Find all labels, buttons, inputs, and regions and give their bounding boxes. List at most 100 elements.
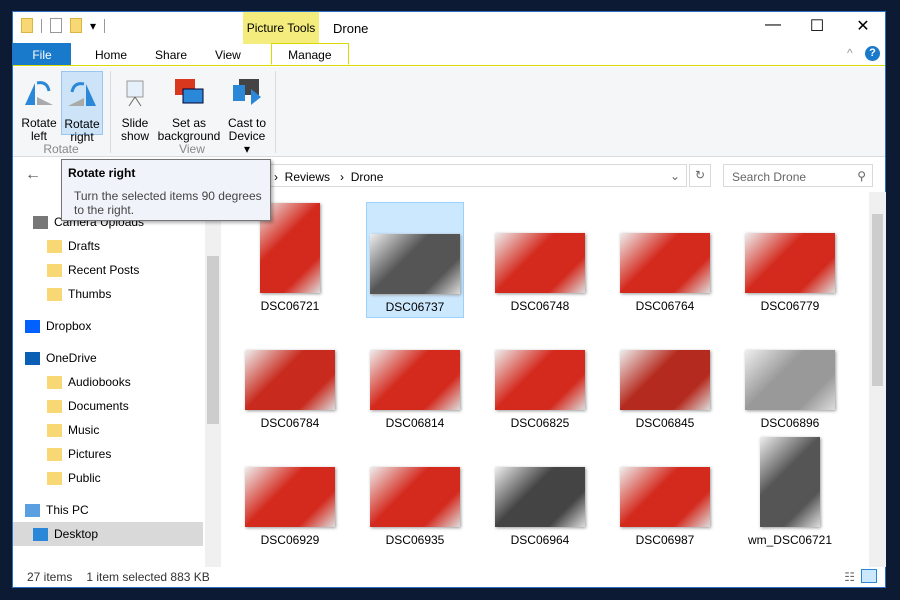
search-icon: ⚲ (857, 169, 866, 183)
sidebar-item-label: Music (68, 423, 100, 437)
quick-access-toolbar: ▾ (21, 18, 106, 33)
content-scrollbar[interactable] (869, 192, 886, 567)
file-item[interactable]: DSC06964 (491, 436, 589, 552)
sidebar-item-label: Drafts (68, 239, 101, 253)
tab-file[interactable]: File (13, 43, 71, 65)
breadcrumb-drone[interactable]: Drone (351, 170, 384, 184)
help-icon[interactable]: ? (865, 46, 880, 61)
view-group-label: View (179, 142, 205, 156)
rotate-right-button[interactable]: Rotate right (61, 71, 103, 144)
file-item[interactable]: DSC06987 (616, 436, 714, 552)
details-view-icon[interactable]: ☷ (844, 570, 855, 584)
back-button[interactable]: ← (25, 166, 41, 184)
tab-manage[interactable]: Manage (270, 43, 349, 65)
sidebar-item-dropbox[interactable]: Dropbox (13, 314, 203, 338)
customize-icon[interactable]: ▾ (90, 19, 96, 33)
thumbnail-image (495, 233, 585, 293)
sidebar-item-label: Thumbs (68, 287, 112, 301)
file-name: DSC06935 (385, 533, 445, 547)
thumbnail-image (745, 350, 835, 410)
slide-show-button[interactable]: Slide show (117, 71, 153, 143)
file-item[interactable]: DSC06814 (366, 319, 464, 435)
tab-view[interactable]: View (201, 43, 255, 65)
file-item[interactable]: DSC06845 (616, 319, 714, 435)
tab-home[interactable]: Home (81, 43, 141, 65)
folder-icon[interactable] (21, 18, 33, 33)
rotate-left-button[interactable]: Rotate left (19, 71, 59, 143)
sidebar-item-audiobooks[interactable]: Audiobooks (13, 370, 203, 394)
file-name: DSC06814 (385, 416, 445, 430)
search-input[interactable]: Search Drone ⚲ (723, 164, 873, 187)
sidebar-item-this-pc[interactable]: This PC (13, 498, 203, 522)
desktop-icon (33, 527, 48, 541)
file-name: DSC06845 (635, 416, 695, 430)
file-name: DSC06721 (260, 299, 320, 313)
file-list: DSC06721 DSC06737 DSC06748 DSC06764 DSC06779… (221, 192, 867, 567)
minimize-button[interactable]: — (753, 16, 793, 34)
new-folder-icon[interactable] (70, 18, 82, 33)
thumbnail-image (370, 467, 460, 527)
file-name: DSC06987 (635, 533, 695, 547)
cloud-icon (25, 351, 40, 365)
file-name: DSC06779 (760, 299, 820, 313)
address-dropdown-icon[interactable]: ⌄ (670, 169, 680, 183)
thumbnail-image (620, 467, 710, 527)
properties-icon[interactable] (50, 18, 62, 33)
collapse-ribbon-icon[interactable]: ^ (847, 46, 853, 60)
file-item[interactable]: DSC06896 (741, 319, 839, 435)
sidebar-item-music[interactable]: Music (13, 418, 203, 442)
sidebar-item-drafts[interactable]: Drafts (13, 234, 203, 258)
nav-scrollbar[interactable] (205, 192, 221, 567)
sidebar-item-desktop[interactable]: Desktop (13, 522, 203, 546)
cast-icon (233, 79, 261, 105)
sidebar-item-onedrive[interactable]: OneDrive (13, 346, 203, 370)
sidebar-item-recent-posts[interactable]: Recent Posts (13, 258, 203, 282)
camera-icon (33, 215, 48, 229)
folder-icon (47, 471, 62, 485)
file-item[interactable]: DSC06737 (366, 202, 464, 318)
close-button[interactable]: ✕ (843, 16, 883, 36)
file-item[interactable]: DSC06825 (491, 319, 589, 435)
sidebar-item-documents[interactable]: Documents (13, 394, 203, 418)
thumbnail-image (495, 467, 585, 527)
tooltip: Rotate right Turn the selected items 90 … (61, 159, 271, 221)
breadcrumb-reviews[interactable]: Reviews (285, 170, 330, 184)
folder-icon (47, 447, 62, 461)
rotate-left-icon (25, 81, 53, 105)
selection-info: 1 item selected 883 KB (86, 570, 210, 584)
navigation-pane: Camera Uploads Drafts Recent Posts Thumbs Dr… (13, 192, 221, 567)
desktop-background-icon (175, 79, 204, 104)
file-item[interactable]: DSC06779 (741, 202, 839, 318)
chevron-icon: › (274, 170, 285, 184)
large-icons-view-icon[interactable] (861, 569, 877, 583)
file-item[interactable]: DSC06935 (366, 436, 464, 552)
sidebar-item-label: Dropbox (46, 319, 92, 333)
sidebar-item-pictures[interactable]: Pictures (13, 442, 203, 466)
file-name: DSC06929 (260, 533, 320, 547)
thumbnail-image (495, 350, 585, 410)
refresh-button[interactable]: ↻ (689, 164, 711, 187)
file-name: DSC06764 (635, 299, 695, 313)
set-background-button[interactable]: Set as background (157, 71, 221, 143)
cast-to-device-button[interactable]: Cast to Device ▾ (225, 71, 269, 156)
file-item[interactable]: DSC06748 (491, 202, 589, 318)
tab-share[interactable]: Share (141, 43, 201, 65)
sidebar-item-label: Pictures (68, 447, 112, 461)
explorer-window: ▾ Picture Tools Drone — ☐ ✕ File Home Sh… (12, 11, 886, 588)
file-item[interactable]: wm_DSC06721 (741, 436, 839, 552)
file-item[interactable]: DSC06929 (241, 436, 339, 552)
picture-tools-label: Picture Tools (243, 12, 319, 44)
file-item[interactable]: DSC06764 (616, 202, 714, 318)
ribbon: Rotate left Rotate right Rotate Slide sh… (13, 67, 885, 157)
sidebar-item-thumbs[interactable]: Thumbs (13, 282, 203, 306)
address-bar[interactable]: › Reviews › Drone ⌄ (263, 164, 687, 187)
sidebar-item-label: Documents (68, 399, 129, 413)
file-name: DSC06784 (260, 416, 320, 430)
thumbnail-image (620, 233, 710, 293)
maximize-button[interactable]: ☐ (797, 16, 837, 36)
folder-icon (47, 287, 62, 301)
thumbnail-image (245, 350, 335, 410)
tooltip-text: Turn the selected items 90 degrees to th… (74, 189, 262, 217)
file-item[interactable]: DSC06784 (241, 319, 339, 435)
sidebar-item-public[interactable]: Public (13, 466, 203, 490)
